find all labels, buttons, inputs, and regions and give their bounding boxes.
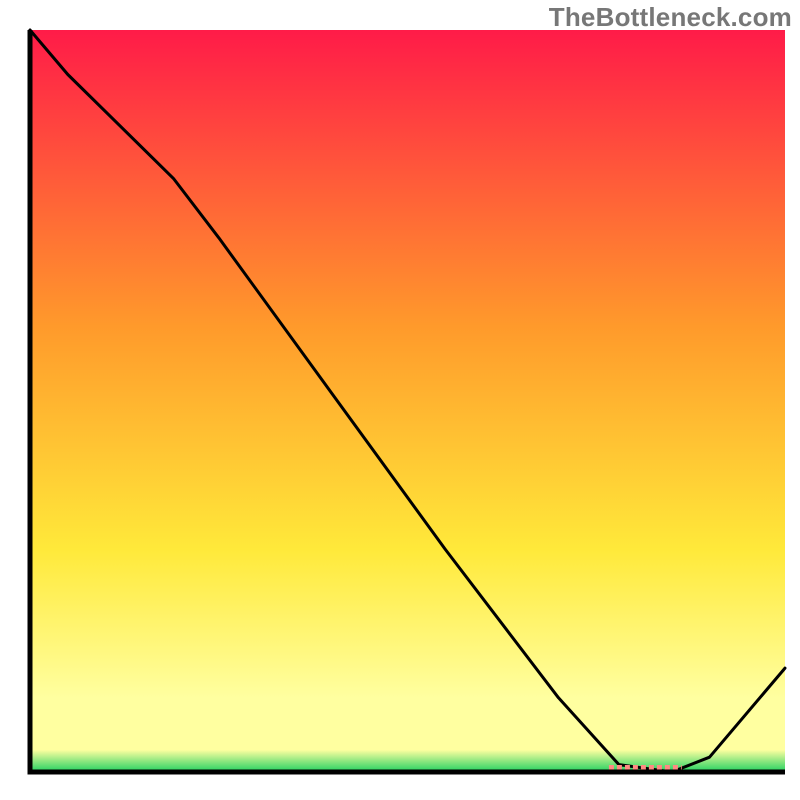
chart-stage: TheBottleneck.com [0,0,800,800]
plot-background [30,30,785,772]
bottleneck-chart [0,0,800,800]
